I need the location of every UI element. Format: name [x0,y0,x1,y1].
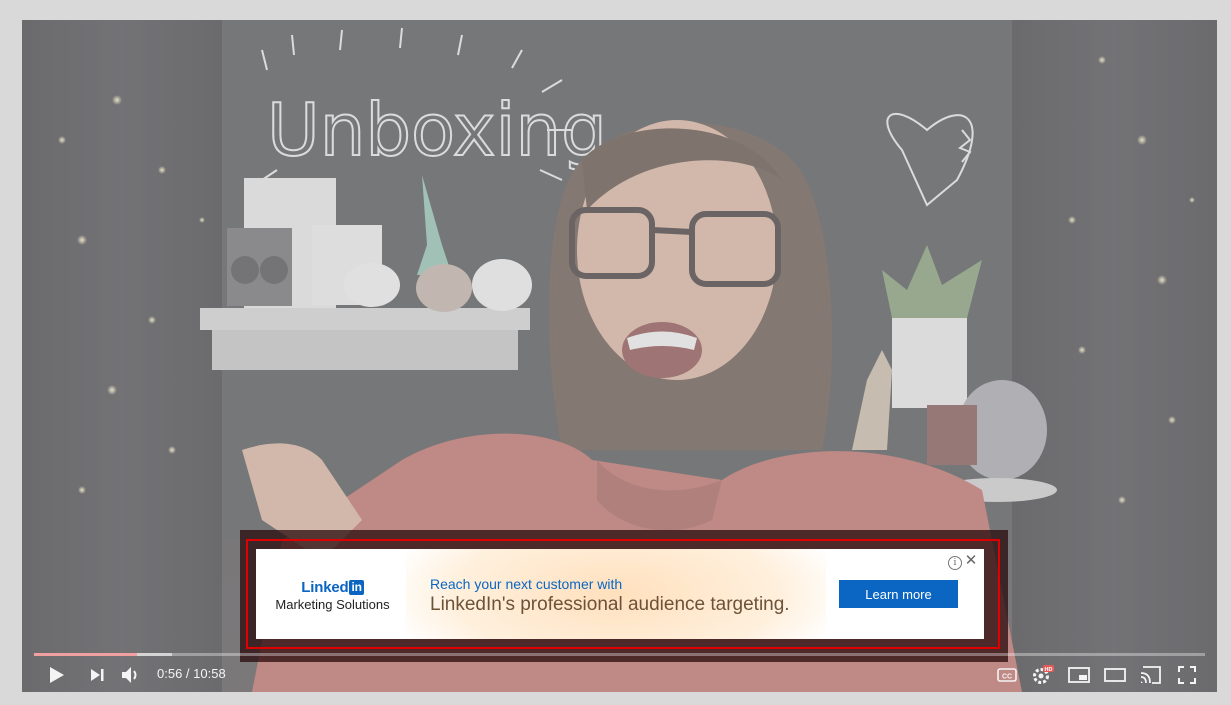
ad-headline[interactable]: Reach your next customer with [430,576,622,592]
page: Unboxing Linked in Marketing Solutions R… [0,0,1231,705]
linkedin-logo[interactable]: Linked in Marketing Solutions [270,579,395,612]
time-display: 0:56 / 10:58 [157,666,226,681]
linkedin-in-badge: in [349,580,364,595]
video-player[interactable]: Unboxing Linked in Marketing Solutions R… [22,20,1217,692]
linkedin-wordmark: Linked in [270,579,395,596]
current-time: 0:56 [157,666,183,681]
linkedin-wordmark-text: Linked [301,579,349,596]
progress-bar[interactable] [34,653,1205,656]
svg-text:CC: CC [1002,674,1012,681]
duration: 10:58 [193,666,226,681]
overlay-ad[interactable]: Linked in Marketing Solutions Reach your … [256,549,984,639]
next-icon [91,669,104,681]
cast-button[interactable] [1138,664,1164,686]
linkedin-logo-subtitle: Marketing Solutions [275,597,390,612]
miniplayer-icon [1068,667,1090,683]
settings-button[interactable]: HD [1030,664,1056,686]
play-button[interactable] [44,664,70,686]
cast-icon [1140,666,1161,684]
subtitles-button[interactable]: CC [994,664,1020,686]
hd-badge: HD [1045,667,1053,673]
time-separator: / [182,666,194,681]
progress-played [34,653,138,656]
fullscreen-icon [1178,666,1196,684]
player-controls: 0:56 / 10:58 CC HD [22,660,1217,692]
fullscreen-button[interactable] [1174,664,1200,686]
theater-mode-icon [1104,668,1126,682]
theater-mode-button[interactable] [1102,664,1128,686]
miniplayer-button[interactable] [1066,664,1092,686]
play-icon [50,667,64,683]
subtitles-icon: CC [997,668,1017,682]
volume-button[interactable] [118,664,144,686]
next-button[interactable] [84,664,110,686]
settings-icon: HD [1033,665,1054,684]
ad-info-icon[interactable]: i [948,556,962,570]
ad-body-text[interactable]: LinkedIn's professional audience targeti… [430,594,790,616]
ad-close-icon[interactable]: ✕ [964,553,978,569]
volume-icon [122,667,137,683]
learn-more-button[interactable]: Learn more [839,580,958,608]
